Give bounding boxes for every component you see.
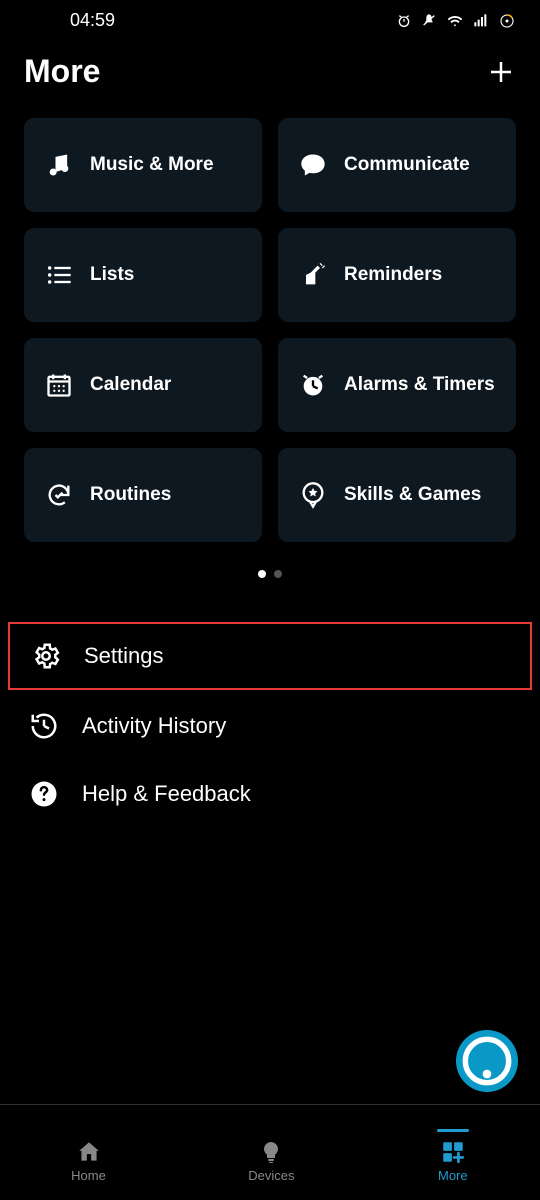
reminder-icon: [298, 260, 328, 290]
alexa-fab[interactable]: [456, 1030, 518, 1092]
card-label: Communicate: [344, 154, 470, 177]
nav-label: Devices: [248, 1168, 294, 1183]
page-title: More: [24, 53, 100, 90]
card-label: Lists: [90, 264, 134, 287]
alarm-icon: [298, 370, 328, 400]
card-grid: Music & More Communicate Lists Reminders…: [0, 118, 540, 542]
pager-dot-active: [258, 570, 266, 578]
card-skills-games[interactable]: Skills & Games: [278, 448, 516, 542]
list-item-activity-history[interactable]: Activity History: [8, 694, 532, 758]
wifi-icon: [446, 13, 464, 29]
card-label: Alarms & Timers: [344, 374, 495, 397]
alarm-status-icon: [396, 13, 412, 29]
nav-home[interactable]: Home: [71, 1129, 106, 1183]
menu-list: Settings Activity History Help & Feedbac…: [0, 622, 540, 826]
card-label: Music & More: [90, 154, 214, 177]
list-item-label: Help & Feedback: [82, 781, 251, 807]
card-calendar[interactable]: Calendar: [24, 338, 262, 432]
vibrate-icon: [420, 13, 438, 29]
card-label: Reminders: [344, 264, 442, 287]
pager-dot: [274, 570, 282, 578]
nav-label: Home: [71, 1168, 106, 1183]
list-item-label: Settings: [84, 643, 164, 669]
card-music-and-more[interactable]: Music & More: [24, 118, 262, 212]
lists-icon: [44, 260, 74, 290]
list-item-help-feedback[interactable]: Help & Feedback: [8, 762, 532, 826]
card-alarms-timers[interactable]: Alarms & Timers: [278, 338, 516, 432]
page-indicator: [0, 570, 540, 578]
chat-icon: [298, 150, 328, 180]
status-icons: [396, 12, 516, 30]
nav-label: More: [438, 1168, 468, 1183]
bottom-nav: Home Devices More: [0, 1104, 540, 1200]
nav-more[interactable]: More: [437, 1129, 469, 1183]
skills-icon: [298, 480, 328, 510]
calendar-icon: [44, 370, 74, 400]
battery-icon: [498, 12, 516, 30]
music-icon: [44, 150, 74, 180]
card-label: Calendar: [90, 374, 171, 397]
card-label: Routines: [90, 484, 171, 507]
nav-devices[interactable]: Devices: [248, 1129, 294, 1183]
status-time: 04:59: [70, 10, 115, 31]
card-routines[interactable]: Routines: [24, 448, 262, 542]
status-bar: 04:59: [0, 0, 540, 39]
bulb-icon: [257, 1138, 285, 1166]
page-header: More: [0, 39, 540, 118]
help-icon: [28, 778, 60, 810]
card-label: Skills & Games: [344, 484, 481, 507]
gear-icon: [30, 640, 62, 672]
card-reminders[interactable]: Reminders: [278, 228, 516, 322]
list-item-label: Activity History: [82, 713, 226, 739]
card-communicate[interactable]: Communicate: [278, 118, 516, 212]
history-icon: [28, 710, 60, 742]
more-icon: [439, 1138, 467, 1166]
signal-icon: [472, 13, 490, 29]
card-lists[interactable]: Lists: [24, 228, 262, 322]
routines-icon: [44, 480, 74, 510]
add-button[interactable]: [486, 57, 516, 87]
list-item-settings[interactable]: Settings: [8, 622, 532, 690]
home-icon: [75, 1138, 103, 1166]
